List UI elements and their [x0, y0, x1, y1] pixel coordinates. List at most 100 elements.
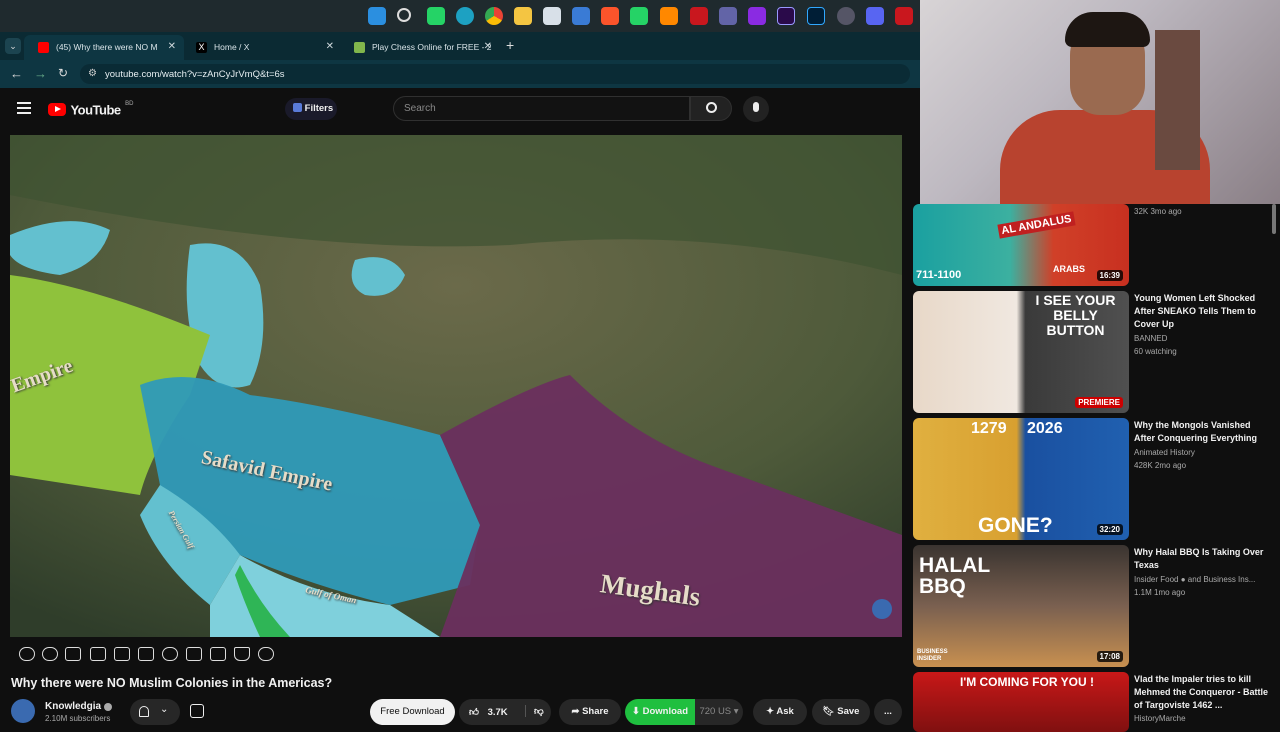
rec-thumbnail[interactable]: I SEE YOUR BELLY BUTTON PREMIERE	[913, 291, 1129, 413]
rec-thumbnail[interactable]: AL ANDALUS 711-1100 ARABS 16:39	[913, 204, 1129, 286]
store-icon[interactable]	[543, 7, 561, 25]
whatsapp-icon-2[interactable]	[630, 7, 648, 25]
subtitles-icon[interactable]	[114, 647, 130, 661]
rec-title[interactable]: Why the Mongols Vanished After Conquerin…	[1134, 419, 1270, 445]
youtube-logo[interactable]: YouTube BD	[48, 101, 133, 117]
preview-icon[interactable]	[65, 647, 81, 661]
rec-channel[interactable]: HistoryMarche	[1134, 714, 1186, 723]
more-icon: ...	[884, 706, 892, 717]
tab-youtube[interactable]: (45) Why there were NO M ✕	[24, 35, 184, 60]
tab-chess[interactable]: Play Chess Online for FREE - 2 ✕	[340, 35, 500, 60]
thumb-text: 2026	[1027, 420, 1063, 437]
reload-icon[interactable]: ↻	[58, 66, 68, 80]
menu-icon[interactable]	[17, 102, 31, 114]
rec-meta: 32K 3mo ago	[1134, 207, 1182, 216]
voice-search-button[interactable]	[743, 96, 769, 122]
chrome-icon[interactable]	[485, 7, 503, 25]
premiere-icon[interactable]	[777, 7, 795, 25]
thumb-text: GONE?	[978, 514, 1053, 537]
back-icon[interactable]: ←	[10, 66, 23, 81]
premiere-badge: PREMIERE	[1075, 397, 1123, 408]
close-tab-icon[interactable]: ✕	[326, 41, 334, 52]
download-icon[interactable]	[190, 704, 204, 718]
teams-icon[interactable]	[719, 7, 737, 25]
thumb-text: 1279	[971, 420, 1007, 437]
vlc-icon[interactable]	[660, 7, 678, 25]
duration-badge: 16:39	[1096, 270, 1123, 281]
close-tab-icon[interactable]: ✕	[484, 41, 492, 52]
playlist-icon[interactable]	[138, 647, 154, 661]
speed-icon[interactable]	[162, 647, 178, 661]
lrc-icon[interactable]	[807, 7, 825, 25]
site-info-icon[interactable]: ⚙	[88, 68, 97, 79]
tab-list-icon[interactable]: ⌄	[5, 38, 21, 54]
search-button[interactable]	[690, 96, 732, 121]
close-tab-icon[interactable]: ✕	[168, 41, 176, 52]
discord-icon[interactable]	[866, 7, 884, 25]
mic-icon	[753, 102, 759, 112]
more-actions-button[interactable]: ...	[874, 699, 902, 725]
sparkle-icon: ✦	[766, 706, 775, 717]
thumb-text: I SEE YOUR BELLY BUTTON	[1035, 292, 1116, 338]
folder-icon[interactable]	[514, 7, 532, 25]
verified-icon: ●	[1180, 575, 1186, 584]
rec-channel[interactable]: BANNED	[1134, 334, 1167, 343]
rec-meta: 428K 2mo ago	[1134, 461, 1187, 470]
new-tab-button[interactable]: +	[506, 37, 514, 53]
video-player[interactable]: Empire Safavid Empire Mughals Persian Gu…	[10, 135, 902, 637]
edge-icon[interactable]	[456, 7, 474, 25]
rec-title[interactable]: Vlad the Impaler tries to kill Mehmed th…	[1134, 673, 1270, 712]
channel-watermark-icon	[872, 599, 892, 619]
verified-icon	[104, 703, 112, 711]
app-red-icon-2[interactable]	[895, 7, 913, 25]
search-icon[interactable]	[397, 8, 411, 22]
rec-thumbnail[interactable]: 1279 2026 GONE? 32:20	[913, 418, 1129, 540]
quality-select[interactable]: 720 US ▾	[695, 699, 743, 725]
rec-channel[interactable]: Insider Food ● and Business Ins...	[1134, 575, 1255, 584]
free-download-label: Free Download	[380, 706, 445, 717]
rec-meta: 1.1M 1mo ago	[1134, 588, 1186, 597]
brave-icon[interactable]	[601, 7, 619, 25]
ask-button[interactable]: ✦ Ask	[753, 699, 807, 725]
broadcast-icon[interactable]	[42, 647, 58, 661]
settings-icon[interactable]	[837, 7, 855, 25]
channel-name[interactable]: Knowledgia	[45, 701, 101, 712]
gear-icon[interactable]	[258, 647, 274, 661]
rec-channel[interactable]: Animated History	[1134, 448, 1195, 457]
loop-icon[interactable]	[19, 647, 35, 661]
app-icon[interactable]	[572, 7, 590, 25]
thumb-text: I'M COMING FOR YOU !	[960, 675, 1094, 689]
windows-start-icon[interactable]	[368, 7, 386, 25]
forward-icon[interactable]: →	[34, 66, 47, 81]
free-download-button[interactable]: Free Download	[370, 699, 455, 725]
screenshot-icon[interactable]	[210, 647, 226, 661]
lab-icon[interactable]	[234, 647, 250, 661]
sidebar-scrollbar[interactable]	[1272, 204, 1276, 234]
channel-avatar[interactable]	[11, 699, 35, 723]
taskbar	[0, 0, 920, 32]
map-frame	[10, 135, 902, 637]
filters-button[interactable]: Filters	[285, 98, 337, 120]
clip-icon[interactable]	[90, 647, 106, 661]
thumbs-up-icon: 👍︎	[469, 707, 479, 718]
whatsapp-icon[interactable]	[427, 7, 445, 25]
share-button[interactable]: ➦ Share	[559, 699, 621, 725]
rec-title[interactable]: Why Halal BBQ Is Taking Over Texas	[1134, 546, 1270, 572]
save-button[interactable]: 🔖︎ Save	[812, 699, 870, 725]
thumb-text: ARABS	[1053, 264, 1086, 274]
rec-thumbnail[interactable]: I'M COMING FOR YOU !	[913, 672, 1129, 732]
rec-title[interactable]: Young Women Left Shocked After SNEAKO Te…	[1134, 292, 1270, 331]
search-input[interactable]: Search	[393, 96, 690, 121]
rec-thumbnail[interactable]: HALAL BBQ BUSINESS INSIDER 17:08	[913, 545, 1129, 667]
url-field[interactable]: ⚙ youtube.com/watch?v=zAnCyJrVmQ&t=6s	[80, 64, 910, 84]
download-label: Download	[642, 706, 688, 717]
notifications-button[interactable]: ⌄	[130, 699, 180, 725]
thumbs-down-icon[interactable]: 👎︎	[525, 705, 544, 717]
like-button[interactable]: 👍︎ 3.7K 👎︎	[459, 699, 551, 725]
add-icon[interactable]	[186, 647, 202, 661]
download-button[interactable]: ⬇ Download	[625, 699, 695, 725]
rec-meta: 60 watching	[1134, 347, 1177, 356]
app-red-icon[interactable]	[690, 7, 708, 25]
tab-x[interactable]: X Home / X ✕	[182, 35, 342, 60]
app-purple-icon[interactable]	[748, 7, 766, 25]
